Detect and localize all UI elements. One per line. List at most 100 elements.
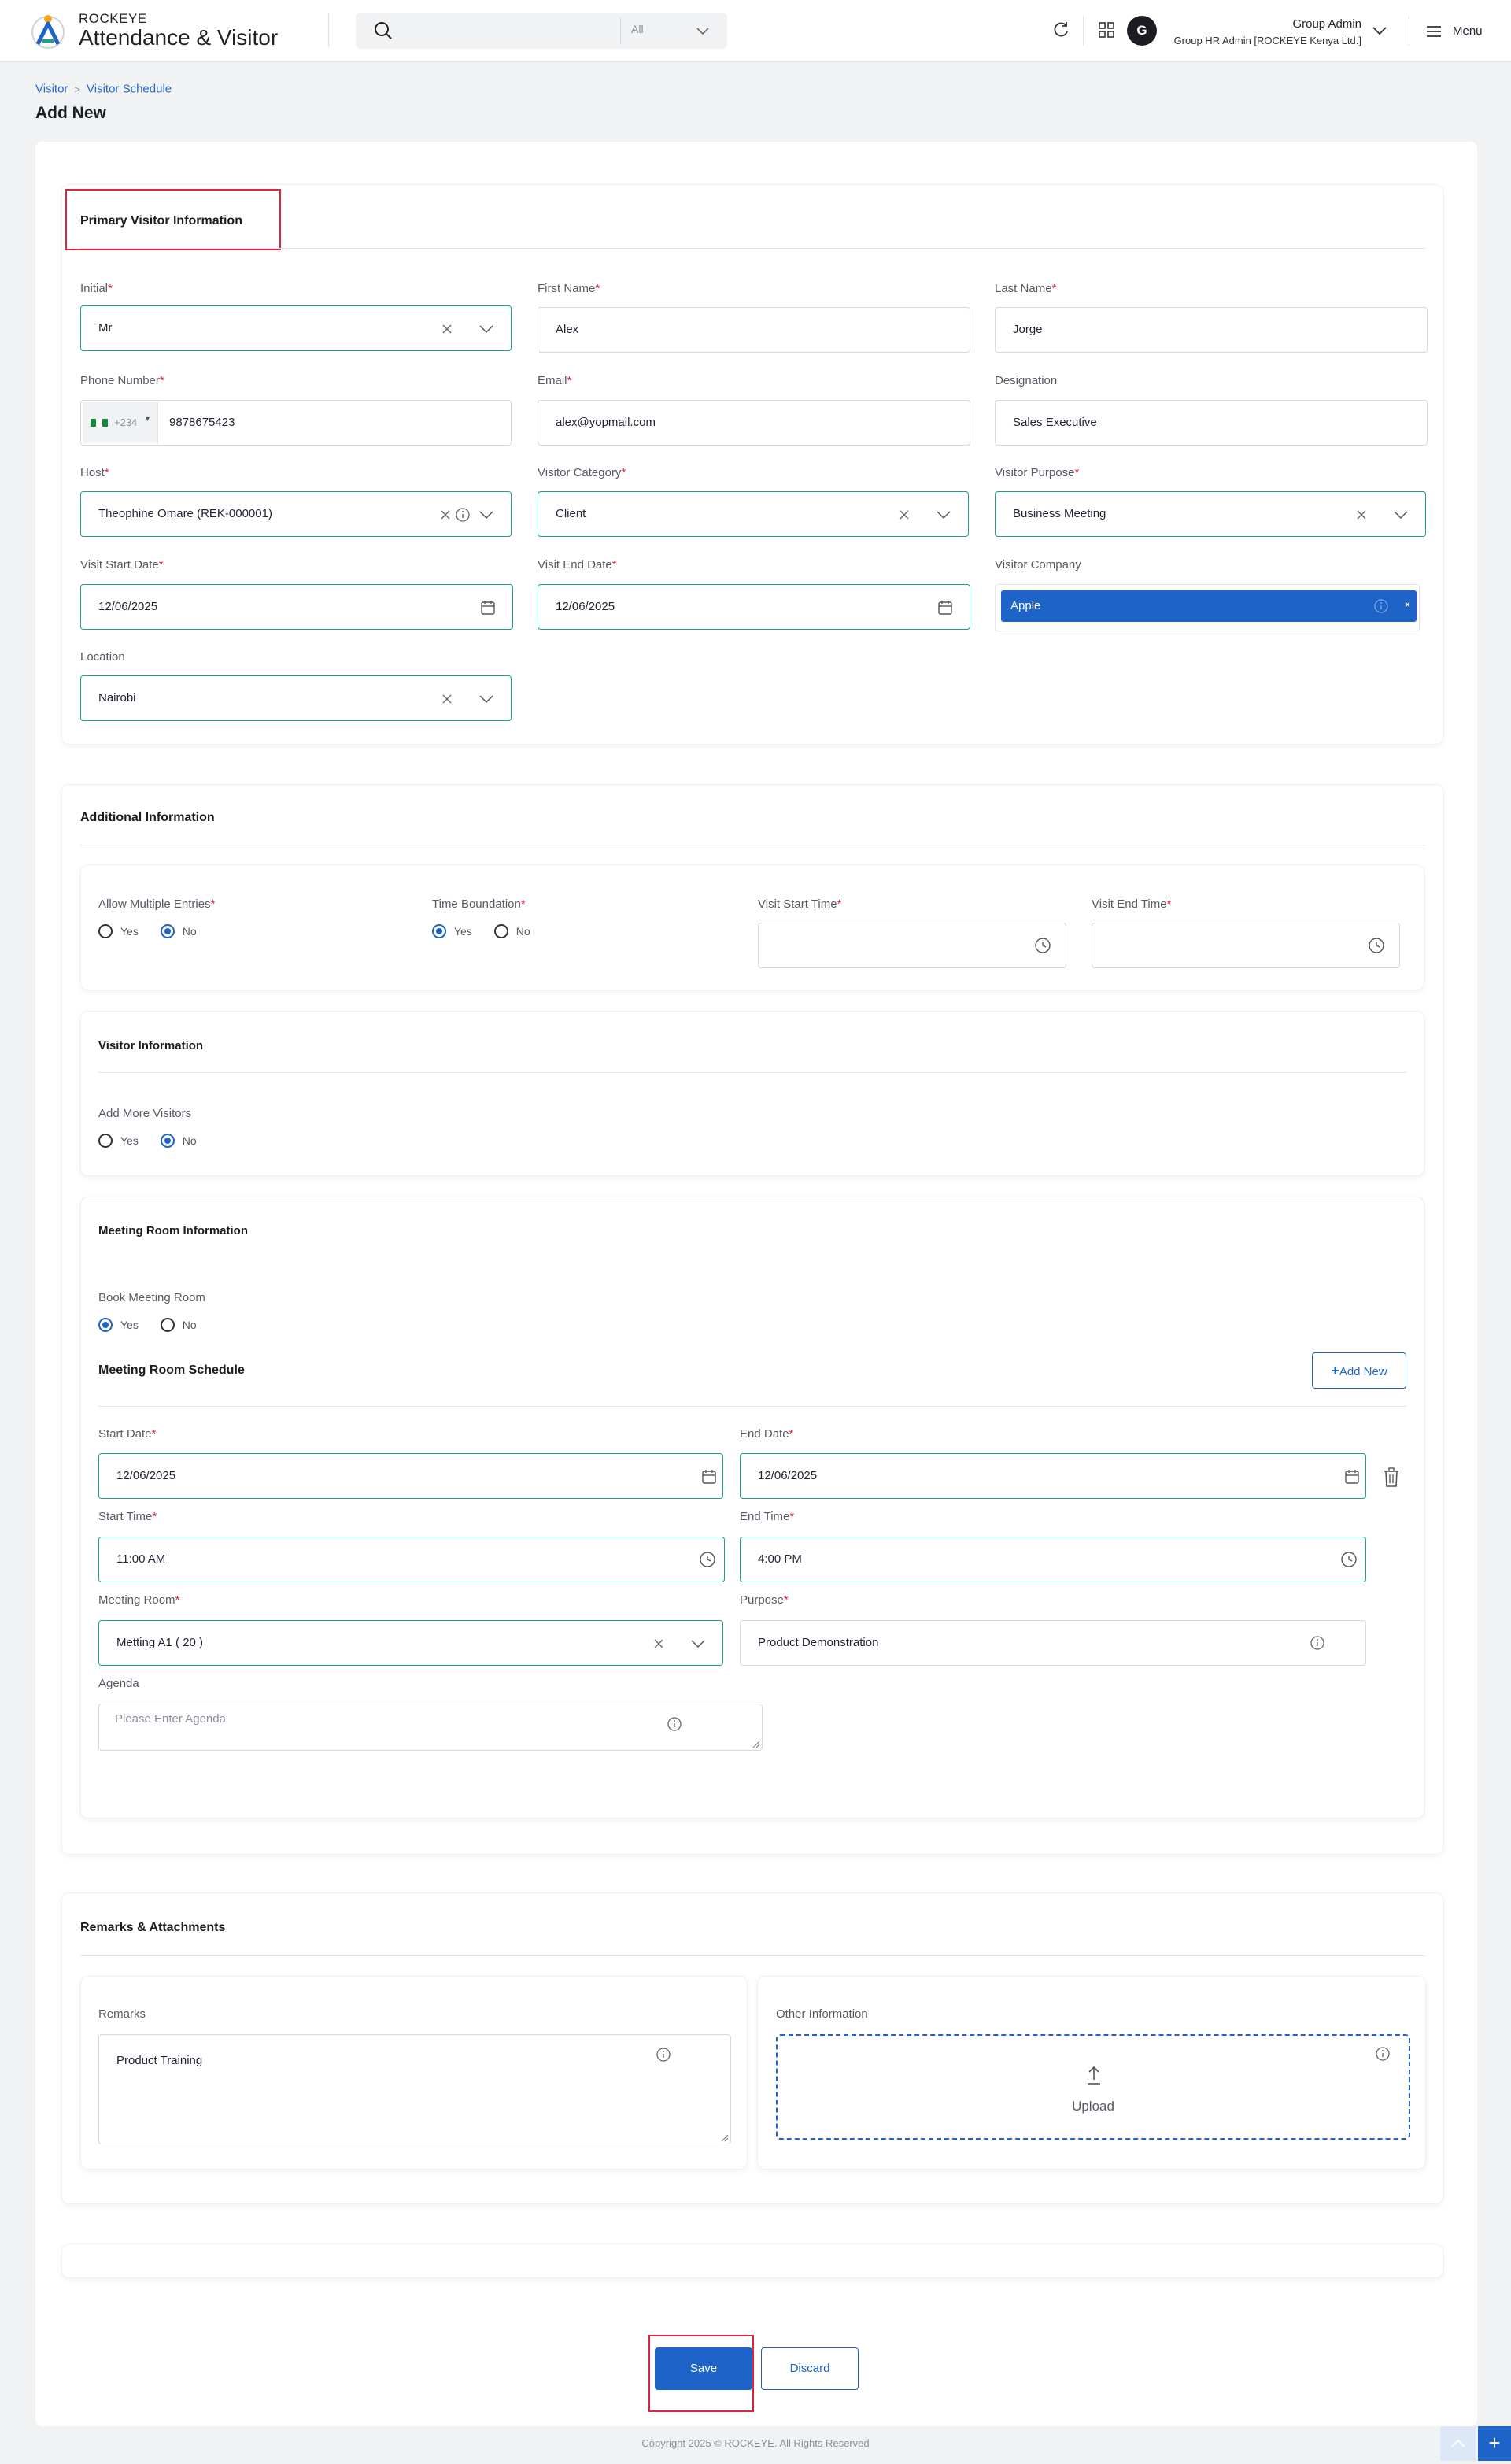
book-room-no-radio[interactable] (160, 1318, 175, 1333)
initial-label: Initial (80, 282, 109, 295)
breadcrumb-visitor[interactable]: Visitor (35, 83, 68, 96)
clock-icon[interactable] (1368, 937, 1385, 954)
info-icon[interactable] (655, 2046, 672, 2063)
visitor-purpose-select[interactable]: Business Meeting (995, 491, 1426, 537)
book-room-yes-radio[interactable] (98, 1318, 113, 1333)
hamburger-icon (1427, 26, 1441, 37)
visitor-company-label: Visitor Company (995, 558, 1081, 572)
calendar-icon[interactable] (1343, 1468, 1361, 1485)
upload-label: Upload (1072, 2099, 1114, 2114)
visit-start-date-input[interactable]: 12/06/2025 (80, 584, 513, 630)
search-scope-select[interactable]: All (631, 23, 644, 35)
initial-select[interactable]: Mr (80, 305, 512, 351)
designation-input[interactable]: Sales Executive (995, 400, 1428, 446)
resize-handle-icon[interactable] (752, 1741, 760, 1748)
location-select[interactable]: Nairobi (80, 675, 512, 721)
meeting-room-select[interactable]: Metting A1 ( 20 ) (98, 1620, 723, 1666)
visit-end-time-label: Visit End Time (1092, 897, 1167, 911)
first-name-input[interactable]: Alex (538, 307, 970, 353)
clear-icon[interactable] (896, 506, 913, 524)
clear-icon[interactable] (438, 320, 456, 338)
email-value: alex@yopmail.com (556, 416, 656, 429)
clear-icon[interactable] (438, 690, 456, 708)
calendar-icon[interactable] (479, 599, 497, 616)
chevron-down-icon[interactable] (689, 1635, 707, 1652)
chevron-down-icon[interactable] (1369, 20, 1390, 41)
chevron-down-icon[interactable] (478, 506, 495, 524)
clear-icon[interactable] (437, 506, 454, 524)
room-start-date-input[interactable]: 12/06/2025 (98, 1453, 723, 1499)
visitor-company-chip[interactable]: Apple × (1001, 590, 1417, 622)
avatar[interactable]: G (1127, 16, 1157, 46)
remarks-textarea[interactable]: Product Training (98, 2034, 731, 2144)
room-end-time-input[interactable]: 4:00 PM (740, 1537, 1366, 1582)
apps-grid-icon[interactable] (1095, 19, 1118, 41)
time-boundation-yes-radio[interactable] (432, 924, 446, 939)
empty-section-card (61, 2244, 1443, 2278)
info-icon[interactable] (1372, 598, 1390, 615)
info-icon[interactable] (1309, 1634, 1326, 1652)
clear-icon[interactable] (1353, 506, 1370, 524)
add-more-no-radio[interactable] (160, 1134, 175, 1149)
info-icon[interactable] (454, 506, 471, 524)
multiple-entries-no-radio[interactable] (160, 924, 175, 939)
room-start-time-value: 11:00 AM (116, 1552, 166, 1566)
room-start-time-input[interactable]: 11:00 AM (98, 1537, 725, 1582)
remove-chip-icon[interactable]: × (1405, 599, 1410, 610)
clock-icon[interactable] (1340, 1551, 1358, 1568)
info-icon[interactable] (666, 1715, 683, 1733)
designation-label: Designation (995, 374, 1058, 387)
chevron-down-icon[interactable] (478, 320, 495, 338)
room-end-date-input[interactable]: 12/06/2025 (740, 1453, 1366, 1499)
location-value: Nairobi (98, 691, 136, 705)
save-button[interactable]: Save (655, 2347, 752, 2390)
upload-dropzone[interactable]: Upload (776, 2034, 1410, 2140)
menu-button[interactable]: Menu (1423, 20, 1502, 43)
agenda-textarea[interactable]: Please Enter Agenda (98, 1704, 763, 1751)
country-code-select[interactable]: +234 ▾ (83, 402, 158, 443)
time-boundation-no-radio[interactable] (493, 924, 508, 939)
add-more-yes-radio[interactable] (98, 1134, 113, 1149)
designation-value: Sales Executive (1013, 416, 1097, 429)
email-input[interactable]: alex@yopmail.com (538, 400, 970, 446)
add-new-room-button[interactable]: +Add New (1312, 1352, 1406, 1389)
email-label: Email (538, 374, 567, 387)
clock-icon[interactable] (699, 1551, 716, 1568)
brand-small: ROCKEYE (79, 11, 147, 26)
last-name-input[interactable]: Jorge (995, 307, 1428, 353)
divider (98, 1406, 1406, 1407)
host-select[interactable]: Theophine Omare (REK-000001) (80, 491, 512, 537)
breadcrumb-visitor-schedule[interactable]: Visitor Schedule (87, 83, 172, 96)
phone-input[interactable]: +234 ▾ 9878675423 (80, 400, 512, 446)
multiple-entries-yes-radio[interactable] (98, 924, 113, 939)
visitor-category-select[interactable]: Client (538, 491, 969, 537)
plus-icon: + (1488, 2431, 1501, 2455)
chevron-down-icon[interactable] (694, 22, 711, 39)
calendar-icon[interactable] (937, 599, 954, 616)
quick-add-button[interactable]: + (1478, 2426, 1511, 2461)
resize-handle-icon[interactable] (721, 2134, 729, 2142)
footer-copyright: Copyright 2025 © ROCKEYE. All Rights Res… (641, 2437, 870, 2449)
visit-end-date-input[interactable]: 12/06/2025 (538, 584, 970, 630)
chevron-down-icon[interactable] (478, 690, 495, 708)
chevron-down-icon[interactable] (1392, 506, 1409, 524)
discard-button[interactable]: Discard (761, 2347, 859, 2390)
meeting-room-label: Meeting Room (98, 1593, 175, 1607)
clock-icon[interactable] (1034, 937, 1051, 954)
user-name[interactable]: Group Admin (1292, 17, 1361, 31)
visit-end-time-input[interactable] (1092, 923, 1400, 968)
global-search[interactable]: All (356, 13, 727, 49)
refresh-icon[interactable] (1050, 19, 1072, 41)
trash-icon[interactable] (1382, 1467, 1401, 1488)
visit-start-date-value: 12/06/2025 (98, 600, 158, 613)
scroll-to-top-button[interactable] (1440, 2426, 1476, 2461)
visit-start-time-input[interactable] (758, 923, 1066, 968)
section-title: Meeting Room Schedule (98, 1363, 245, 1377)
info-icon[interactable] (1374, 2045, 1391, 2063)
chevron-down-icon[interactable] (935, 506, 952, 524)
purpose-input[interactable]: Product Demonstration (740, 1620, 1366, 1666)
clear-icon[interactable] (650, 1635, 667, 1652)
rockeye-logo[interactable] (28, 9, 68, 52)
search-divider (620, 17, 621, 44)
calendar-icon[interactable] (700, 1468, 718, 1485)
